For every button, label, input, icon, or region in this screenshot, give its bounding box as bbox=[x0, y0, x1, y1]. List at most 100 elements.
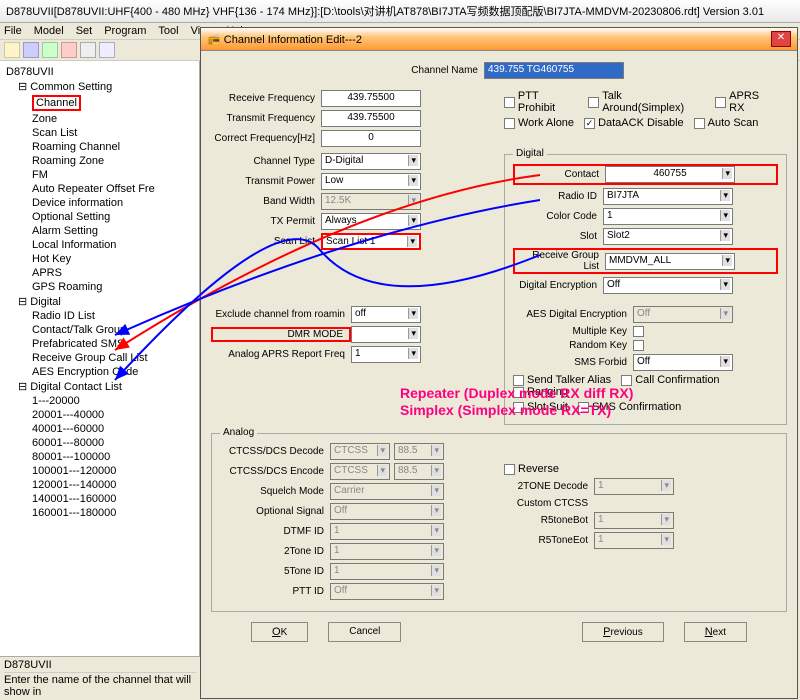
tree-item-localinfo[interactable]: Local Information bbox=[4, 238, 195, 252]
ranging-check[interactable]: Ranging bbox=[513, 386, 568, 398]
tree-item-autorep[interactable]: Auto Repeater Offset Fre bbox=[4, 182, 195, 196]
channel-name-input[interactable]: 439.755 TG460755 bbox=[484, 62, 624, 79]
slotsuit-check[interactable]: Slot Suit bbox=[513, 401, 568, 413]
tree-item-dcl[interactable]: 40001---60000 bbox=[4, 422, 195, 436]
r5eot-combo[interactable]: 1 bbox=[594, 532, 674, 549]
cancel-button[interactable]: Cancel bbox=[328, 622, 401, 642]
aprs-rx-check[interactable]: APRS RX bbox=[715, 90, 777, 114]
tree-item-scanlist[interactable]: Scan List bbox=[4, 126, 195, 140]
randkey-label: Random Key bbox=[513, 340, 633, 351]
optsig-label: Optional Signal bbox=[220, 506, 330, 517]
tree-group-digital[interactable]: ⊟ Digital bbox=[4, 294, 195, 309]
dataack-check[interactable]: ✓DataACK Disable bbox=[584, 117, 684, 129]
squelch-combo[interactable]: Carrier bbox=[330, 483, 444, 500]
toolbar-icon[interactable] bbox=[4, 42, 20, 58]
aprsreport-combo[interactable]: 1 bbox=[351, 346, 421, 363]
dmrmode-combo[interactable] bbox=[351, 326, 421, 343]
pttid-combo[interactable]: Off bbox=[330, 583, 444, 600]
menu-file[interactable]: File bbox=[4, 25, 22, 37]
callconfirm-check[interactable]: Call Confirmation bbox=[621, 374, 719, 386]
txpermit-combo[interactable]: Always bbox=[321, 213, 421, 230]
sendtalker-check[interactable]: Send Talker Alias bbox=[513, 374, 611, 386]
tree-item-gpsroam[interactable]: GPS Roaming bbox=[4, 280, 195, 294]
toolbar-icon[interactable] bbox=[99, 42, 115, 58]
menu-program[interactable]: Program bbox=[104, 25, 146, 37]
ctcssdec-combo[interactable]: CTCSS bbox=[330, 443, 390, 460]
ctcssdecval-combo[interactable]: 88.5 bbox=[394, 443, 444, 460]
talk-around-check[interactable]: Talk Around(Simplex) bbox=[588, 90, 705, 114]
tree-item-channel[interactable]: Channel bbox=[32, 95, 81, 111]
tree-group-dcl[interactable]: ⊟ Digital Contact List bbox=[4, 379, 195, 394]
chtype-combo[interactable]: D-Digital bbox=[321, 153, 421, 170]
tx-freq-input[interactable]: 439.75500 bbox=[321, 110, 421, 127]
toolbar-icon[interactable] bbox=[61, 42, 77, 58]
autoscan-check[interactable]: Auto Scan bbox=[694, 117, 759, 129]
reverse-check[interactable]: Reverse bbox=[504, 463, 559, 475]
tree-item-zone[interactable]: Zone bbox=[4, 112, 195, 126]
txpower-combo[interactable]: Low bbox=[321, 173, 421, 190]
tone2dec-combo[interactable]: 1 bbox=[594, 478, 674, 495]
tree-item-contacttg[interactable]: Contact/Talk Group bbox=[4, 323, 195, 337]
bw-combo[interactable]: 12.5K bbox=[321, 193, 421, 210]
multkey-check[interactable] bbox=[633, 326, 644, 337]
work-alone-check[interactable]: Work Alone bbox=[504, 117, 574, 129]
tree-item-aes[interactable]: AES Encryption Code bbox=[4, 365, 195, 379]
exclroam-combo[interactable]: off bbox=[351, 306, 421, 323]
digenc-combo[interactable]: Off bbox=[603, 277, 733, 294]
tree-item-dcl[interactable]: 140001---160000 bbox=[4, 492, 195, 506]
tree-item-radioid[interactable]: Radio ID List bbox=[4, 309, 195, 323]
tree-item-dcl[interactable]: 60001---80000 bbox=[4, 436, 195, 450]
menu-set[interactable]: Set bbox=[76, 25, 93, 37]
rxgroup-combo[interactable]: MMDVM_ALL bbox=[605, 253, 735, 270]
smsconfirm-check[interactable]: SMS Confirmation bbox=[578, 401, 681, 413]
r5bot-combo[interactable]: 1 bbox=[594, 512, 674, 529]
toolbar-icon[interactable] bbox=[42, 42, 58, 58]
ctcssencval-combo[interactable]: 88.5 bbox=[394, 463, 444, 480]
tree-item-hotkey[interactable]: Hot Key bbox=[4, 252, 195, 266]
ctcssenc-combo[interactable]: CTCSS bbox=[330, 463, 390, 480]
tree-item-dcl[interactable]: 1---20000 bbox=[4, 394, 195, 408]
scanlist-label: Scan List bbox=[211, 236, 321, 247]
colorcode-combo[interactable]: 1 bbox=[603, 208, 733, 225]
toolbar-icon[interactable] bbox=[23, 42, 39, 58]
smsforbid-combo[interactable]: Off bbox=[633, 354, 733, 371]
optsig-combo[interactable]: Off bbox=[330, 503, 444, 520]
tree-item-dcl[interactable]: 20001---40000 bbox=[4, 408, 195, 422]
tree-group-common[interactable]: ⊟ Common Setting bbox=[4, 79, 195, 94]
tree-item-alarm[interactable]: Alarm Setting bbox=[4, 224, 195, 238]
radioid-combo[interactable]: BI7JTA bbox=[603, 188, 733, 205]
tree-item-devinfo[interactable]: Device information bbox=[4, 196, 195, 210]
prev-button[interactable]: Previous bbox=[582, 622, 664, 642]
tree-item-prefabsms[interactable]: Prefabricated SMS bbox=[4, 337, 195, 351]
tree-item-roamch[interactable]: Roaming Channel bbox=[4, 140, 195, 154]
scanlist-combo[interactable]: Scan List 1 bbox=[321, 233, 421, 250]
corr-freq-input[interactable]: 0 bbox=[321, 130, 421, 147]
ptt-prohibit-check[interactable]: PTT Prohibit bbox=[504, 90, 578, 114]
tone2-combo[interactable]: 1 bbox=[330, 543, 444, 560]
tree-item-dcl[interactable]: 120001---140000 bbox=[4, 478, 195, 492]
close-button[interactable]: ✕ bbox=[771, 31, 791, 47]
menu-tool[interactable]: Tool bbox=[158, 25, 178, 37]
rx-freq-input[interactable]: 439.75500 bbox=[321, 90, 421, 107]
menu-model[interactable]: Model bbox=[34, 25, 64, 37]
tree-item-aprs[interactable]: APRS bbox=[4, 266, 195, 280]
bw-label: Band Width bbox=[211, 196, 321, 207]
tree-item-dcl[interactable]: 100001---120000 bbox=[4, 464, 195, 478]
r5bot-label: R5toneBot bbox=[504, 515, 594, 526]
tree-item-dcl[interactable]: 160001---180000 bbox=[4, 506, 195, 520]
toolbar-icon[interactable] bbox=[80, 42, 96, 58]
tree-item-fm[interactable]: FM bbox=[4, 168, 195, 182]
tone5-combo[interactable]: 1 bbox=[330, 563, 444, 580]
tree-item-rxgroup[interactable]: Receive Group Call List bbox=[4, 351, 195, 365]
dtmf-combo[interactable]: 1 bbox=[330, 523, 444, 540]
tree-root[interactable]: D878UVII bbox=[4, 65, 195, 79]
contact-combo[interactable]: 460755 bbox=[605, 166, 735, 183]
tree-item-optset[interactable]: Optional Setting bbox=[4, 210, 195, 224]
next-button[interactable]: Next bbox=[684, 622, 747, 642]
tree-item-dcl[interactable]: 80001---100000 bbox=[4, 450, 195, 464]
randkey-check[interactable] bbox=[633, 340, 644, 351]
tree-item-roamzone[interactable]: Roaming Zone bbox=[4, 154, 195, 168]
aes-combo[interactable]: Off bbox=[633, 306, 733, 323]
slot-combo[interactable]: Slot2 bbox=[603, 228, 733, 245]
ok-button[interactable]: OOKK bbox=[251, 622, 308, 642]
